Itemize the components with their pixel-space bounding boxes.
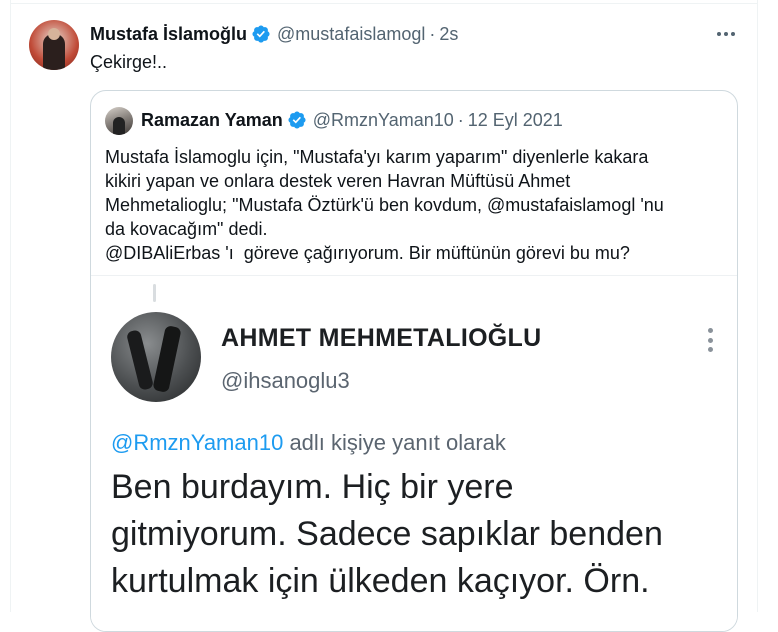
media-reply-suffix: adlı kişiye yanıt olarak [283, 430, 506, 455]
author-handle[interactable]: @mustafaislamogl [277, 24, 425, 45]
verified-badge-icon [252, 25, 270, 43]
dot [707, 328, 713, 333]
media-more-icon [707, 328, 713, 352]
quoted-media-image[interactable]: AHMET MEHMETALIOĞLU @ihsanoglu3 @RmznYam… [91, 275, 737, 631]
media-reply-handle: @RmznYaman10 [111, 430, 284, 455]
tweet-text: Çekirge!.. [90, 52, 168, 72]
tweet[interactable]: Mustafa İslamoğlu @mustafaislamogl · 2s … [10, 4, 757, 632]
quoted-text: Mustafa İslamoglu için, "Mustafa'yı karı… [105, 147, 664, 263]
quoted-date: 12 Eyl 2021 [467, 109, 563, 130]
tweet-header: Mustafa İslamoğlu @mustafaislamogl · 2s [90, 23, 458, 45]
timestamp[interactable]: 2s [439, 24, 458, 45]
quoted-author-name[interactable]: Ramazan Yaman [141, 110, 283, 131]
verified-badge-icon [288, 111, 306, 129]
quoted-header: Ramazan Yaman @RmznYaman10 · 12 Eyl 2021 [141, 109, 563, 131]
quoted-author-handle[interactable]: @RmznYaman10 [313, 110, 454, 131]
dot [707, 337, 713, 343]
more-options-icon[interactable] [712, 22, 740, 46]
media-avatar [111, 312, 201, 402]
avatar[interactable] [29, 20, 79, 70]
dot [731, 32, 735, 36]
media-author-name: AHMET MEHMETALIOĞLU [221, 324, 542, 352]
dot [717, 32, 721, 36]
avatar-head [48, 28, 60, 40]
quoted-tweet[interactable]: Ramazan Yaman @RmznYaman10 · 12 Eyl 2021… [90, 90, 738, 632]
statue-shape [125, 329, 155, 391]
author-name[interactable]: Mustafa İslamoğlu [90, 24, 247, 45]
media-author-handle: @ihsanoglu3 [221, 368, 350, 393]
separator-dot: · [429, 23, 436, 44]
statue-shape [152, 325, 182, 393]
dot [707, 347, 713, 352]
media-body-text: Ben burdayım. Hiç bir yere gitmiyorum. S… [111, 468, 663, 600]
quoted-avatar[interactable] [105, 107, 133, 135]
image-artifact [153, 284, 156, 302]
column-border-right [757, 0, 758, 612]
separator-dot: · [457, 109, 464, 130]
media-reply-line: @RmznYaman10 adlı kişiye yanıt olarak [111, 430, 506, 456]
quoted-avatar-figure [113, 117, 125, 135]
dot [724, 32, 728, 36]
